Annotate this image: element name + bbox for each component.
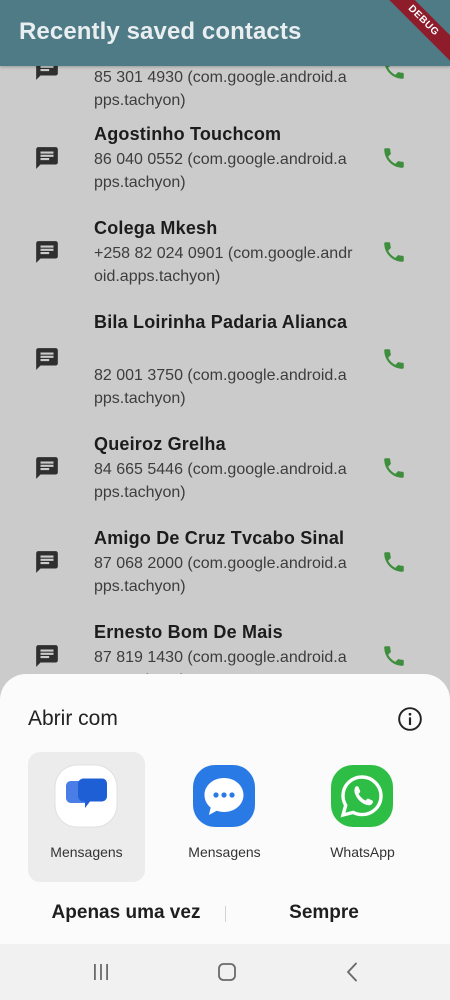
just-once-button[interactable]: Apenas uma vez [28, 902, 224, 924]
contact-subtitle: 87 819 1430 (com.google.android.apps.tac… [94, 649, 347, 676]
contact-subtitle: 84 665 5446 (com.google.android.apps.tac… [94, 461, 347, 501]
message-icon[interactable] [34, 643, 60, 669]
list-item[interactable]: Queiroz Grelha 84 665 5446 (com.google.a… [0, 430, 450, 510]
list-item[interactable]: 85 301 4930 (com.google.android.apps.tac… [0, 66, 450, 109]
app-option-google-messages[interactable]: Mensagens [28, 752, 145, 882]
google-messages-icon [54, 764, 118, 828]
phone-icon[interactable] [381, 346, 407, 372]
contact-name: Colega Mkesh [94, 218, 218, 238]
message-icon[interactable] [34, 145, 60, 171]
app-label: WhatsApp [330, 844, 395, 860]
contact-subtitle: 87 068 2000 (com.google.android.apps.tac… [94, 555, 347, 595]
contact-subtitle: 85 301 4930 (com.google.android.apps.tac… [94, 69, 347, 109]
open-with-sheet: Abrir com Mensagens Mensagens WhatsApp A… [0, 674, 450, 944]
debug-banner: DEBUG [377, 0, 450, 66]
phone-icon[interactable] [381, 239, 407, 265]
list-item[interactable]: Agostinho Touchcom 86 040 0552 (com.goog… [0, 120, 450, 200]
contact-list[interactable]: 85 301 4930 (com.google.android.apps.tac… [0, 66, 450, 676]
phone-icon[interactable] [381, 145, 407, 171]
list-item[interactable]: Bila Loirinha Padaria Alianca 82 001 375… [0, 308, 450, 416]
contact-subtitle: 82 001 3750 (com.google.android.apps.tac… [94, 367, 347, 407]
phone-icon[interactable] [381, 643, 407, 669]
contact-subtitle: 86 040 0552 (com.google.android.apps.tac… [94, 151, 347, 191]
list-item[interactable]: Ernesto Bom De Mais 87 819 1430 (com.goo… [0, 618, 450, 676]
recents-icon[interactable] [89, 960, 113, 984]
home-icon[interactable] [215, 960, 239, 984]
app-option-whatsapp[interactable]: WhatsApp [304, 752, 421, 882]
app-label: Mensagens [188, 844, 261, 860]
message-icon[interactable] [34, 549, 60, 575]
message-icon[interactable] [34, 66, 60, 82]
app-option-samsung-messages[interactable]: Mensagens [166, 752, 283, 882]
list-item[interactable]: Amigo De Cruz Tvcabo Sinal 87 068 2000 (… [0, 524, 450, 604]
message-icon[interactable] [34, 239, 60, 265]
phone-icon[interactable] [381, 549, 407, 575]
system-nav-bar [0, 944, 450, 1000]
app-bar: Recently saved contacts DEBUG [0, 0, 450, 66]
page-title: Recently saved contacts [19, 18, 302, 45]
back-icon[interactable] [341, 960, 365, 984]
app-label: Mensagens [50, 844, 123, 860]
phone-icon[interactable] [381, 455, 407, 481]
contact-name: Bila Loirinha Padaria Alianca [94, 312, 348, 332]
samsung-messages-icon [193, 765, 255, 827]
whatsapp-icon [331, 765, 393, 827]
message-icon[interactable] [34, 346, 60, 372]
always-button[interactable]: Sempre [226, 902, 422, 924]
message-icon[interactable] [34, 455, 60, 481]
contact-name: Queiroz Grelha [94, 434, 226, 454]
phone-icon[interactable] [381, 66, 407, 82]
contact-subtitle: +258 82 024 0901 (com.google.android.app… [94, 245, 353, 285]
info-icon[interactable] [397, 706, 423, 732]
contact-name: Agostinho Touchcom [94, 124, 282, 144]
contact-name: Amigo De Cruz Tvcabo Sinal [94, 528, 345, 548]
sheet-title: Abrir com [28, 707, 118, 730]
list-item[interactable]: Colega Mkesh +258 82 024 0901 (com.googl… [0, 214, 450, 294]
contact-name: Ernesto Bom De Mais [94, 622, 283, 642]
